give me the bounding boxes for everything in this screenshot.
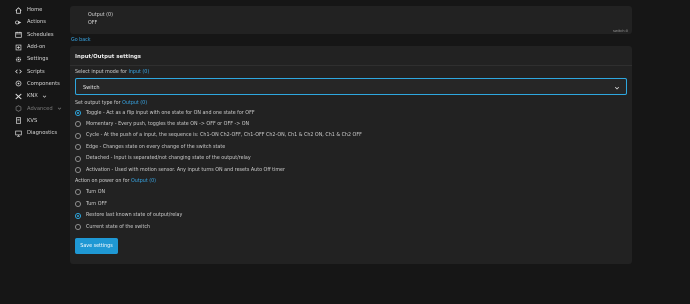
output-link[interactable]: Output (0) (122, 101, 147, 106)
sidebar-item-home[interactable]: Home (0, 4, 60, 16)
chevron-down-icon (614, 85, 620, 91)
radio-current-state[interactable]: Current state of the switch (75, 224, 150, 230)
chevron-down-icon (42, 94, 47, 99)
output-card: Output (0) OFF switch:0 (70, 6, 632, 34)
chevron-down-icon (57, 106, 62, 111)
input-link[interactable]: Input (0) (128, 70, 149, 75)
input-mode-label: Select input mode for Input (0) (75, 70, 150, 75)
sidebar-item-label: Advanced (27, 105, 53, 112)
sidebar-item-label: Settings (27, 56, 49, 63)
sidebar-item-kvs[interactable]: KVS (0, 115, 60, 127)
radio-circle[interactable] (75, 144, 81, 150)
input-mode-select[interactable]: Switch (75, 78, 627, 95)
sidebar-item-actions[interactable]: Actions (0, 16, 60, 28)
sidebar-item-addon[interactable]: Add-on (0, 41, 60, 53)
sidebar-item-label: Actions (27, 19, 46, 26)
advanced-icon (15, 105, 22, 112)
radio-circle[interactable] (75, 132, 81, 139)
radio-momentary[interactable]: Momentary - Every push, toggles the stat… (75, 121, 249, 127)
radio-edge[interactable]: Edge - Changes state on every change of … (75, 144, 225, 150)
radio-activation[interactable]: Activation - Used with motion sensor. An… (75, 167, 285, 173)
card-title: Input/Output settings (75, 53, 142, 60)
sidebar-item-knx[interactable]: KNX (0, 90, 60, 102)
radio-circle[interactable] (75, 212, 81, 219)
radio-turn-off[interactable]: Turn OFF (75, 201, 107, 207)
code-icon (15, 68, 22, 75)
sidebar-item-label: Diagnostics (27, 130, 58, 137)
radio-circle[interactable] (75, 189, 81, 195)
radio-detached[interactable]: Detached - Input is separated/not changi… (75, 155, 251, 162)
sidebar-item-label: Scripts (27, 68, 45, 75)
radio-cycle[interactable]: Cycle - At the push of a input, the sequ… (75, 132, 362, 139)
knx-icon (15, 93, 22, 100)
sidebar-item-advanced[interactable]: Advanced (0, 102, 62, 114)
sidebar-item-scripts[interactable]: Scripts (0, 65, 60, 77)
save-settings-button[interactable]: Save settings (75, 238, 118, 254)
sidebar-item-components[interactable]: Components (0, 78, 60, 90)
radio-turn-on[interactable]: Turn ON (75, 189, 105, 195)
home-icon (15, 6, 22, 14)
output-id: switch:0 (613, 28, 628, 33)
sidebar-item-label: Add-on (27, 44, 46, 51)
sidebar-item-settings[interactable]: Settings (0, 53, 60, 65)
radio-circle[interactable] (75, 110, 81, 116)
sidebar-item-label: KNX (27, 93, 38, 100)
output-state: OFF (88, 20, 98, 26)
radio-circle[interactable] (75, 201, 81, 207)
radio-circle[interactable] (75, 167, 81, 173)
input-mode-value: Switch (83, 84, 100, 91)
go-back-link[interactable]: Go back (71, 38, 91, 43)
sidebar-item-label: Home (27, 7, 43, 14)
divider (70, 65, 632, 66)
sidebar-item-schedules[interactable]: Schedules (0, 29, 60, 41)
radio-restore[interactable]: Restore last known state of output/relay (75, 212, 182, 219)
output-link[interactable]: Output (0) (131, 179, 156, 184)
sidebar: Home Actions Schedules Add-on Settings S… (0, 0, 62, 304)
power-on-label: Action on power on for Output (0) (75, 179, 157, 184)
sidebar-item-label: Schedules (27, 31, 54, 38)
radio-toggle[interactable]: Toggle - Act as a flip input with one st… (75, 110, 255, 116)
sidebar-item-diagnostics[interactable]: Diagnostics (0, 127, 60, 139)
actions-icon (15, 19, 22, 26)
monitor-icon (15, 130, 22, 137)
kvs-icon (15, 117, 22, 124)
components-icon (15, 80, 22, 87)
sidebar-item-label: KVS (27, 117, 38, 124)
radio-circle[interactable] (75, 224, 81, 230)
calendar-icon (15, 31, 22, 38)
radio-circle[interactable] (75, 155, 81, 162)
radio-circle[interactable] (75, 121, 81, 127)
sidebar-item-label: Components (27, 80, 60, 87)
output-title: Output (0) (88, 13, 113, 18)
gear-icon (15, 56, 22, 63)
output-type-label: Set output type for Output (0) (75, 101, 148, 106)
io-settings-card: Input/Output settings Select input mode … (70, 46, 632, 264)
addon-icon (15, 44, 22, 51)
